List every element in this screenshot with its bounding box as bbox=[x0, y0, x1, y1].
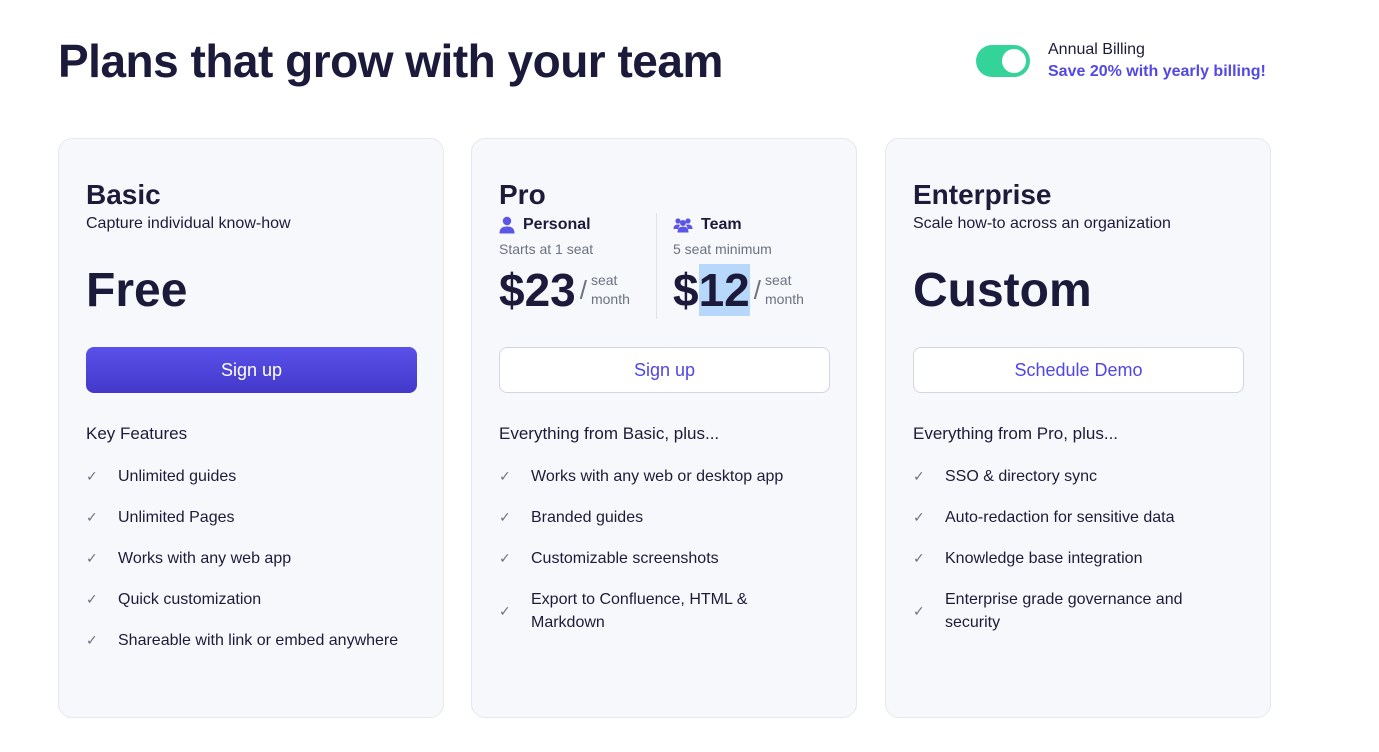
tier-label: Personal bbox=[523, 216, 591, 233]
schedule-demo-button[interactable]: Schedule Demo bbox=[913, 347, 1244, 393]
toggle-knob bbox=[1002, 49, 1026, 73]
plan-name: Enterprise bbox=[913, 179, 1052, 210]
basic-sign-up-button[interactable]: Sign up bbox=[86, 347, 417, 393]
pro-sign-up-button[interactable]: Sign up bbox=[499, 347, 830, 393]
feature-label: Works with any web or desktop app bbox=[531, 468, 784, 485]
check-icon: ✓ bbox=[913, 550, 925, 566]
features-heading: Everything from Basic, plus... bbox=[499, 424, 720, 443]
check-icon: ✓ bbox=[913, 468, 925, 484]
features-heading: Everything from Pro, plus... bbox=[913, 424, 1119, 443]
plan-card-basic: Basic Capture individual know-how Free S… bbox=[58, 138, 444, 718]
feature-label: Unlimited Pages bbox=[118, 509, 235, 526]
team-price: $12 bbox=[673, 263, 750, 317]
tier-subtitle: 5 seat minimum bbox=[673, 241, 772, 257]
feature-item: ✓ Quick customization bbox=[86, 588, 406, 611]
pro-team-tier: Team 5 seat minimum $12 / seat month bbox=[673, 213, 804, 317]
feature-item: ✓ Unlimited guides bbox=[86, 465, 406, 488]
selected-price-text: 12 bbox=[698, 264, 750, 316]
feature-item: ✓ Unlimited Pages bbox=[86, 506, 406, 529]
personal-price: $23 bbox=[499, 264, 576, 316]
plan-price: Custom bbox=[913, 264, 1092, 317]
billing-savings-note: Save 20% with yearly billing! bbox=[1048, 63, 1266, 80]
feature-list: ✓ Works with any web or desktop app ✓ Bran… bbox=[499, 465, 819, 652]
feature-label: Shareable with link or embed anywhere bbox=[118, 632, 399, 649]
pro-personal-tier: Personal Starts at 1 seat $23 / seat mon… bbox=[499, 213, 630, 317]
feature-label: SSO & directory sync bbox=[945, 468, 1098, 485]
feature-item: ✓ Customizable screenshots bbox=[499, 547, 819, 570]
feature-item: ✓ Enterprise grade governance and securit… bbox=[913, 588, 1233, 634]
check-icon: ✓ bbox=[499, 602, 511, 619]
check-icon: ✓ bbox=[86, 632, 98, 648]
page-title: Plans that grow with your team bbox=[58, 35, 723, 87]
check-icon: ✓ bbox=[499, 509, 511, 525]
check-icon: ✓ bbox=[86, 550, 98, 566]
check-icon: ✓ bbox=[86, 591, 98, 607]
plan-description: Capture individual know-how bbox=[86, 215, 291, 232]
check-icon: ✓ bbox=[499, 550, 511, 566]
feature-label: Works with any web app bbox=[118, 550, 292, 567]
check-icon: ✓ bbox=[86, 468, 98, 484]
feature-item: ✓ Shareable with link or embed anywhere bbox=[86, 629, 406, 652]
check-icon: ✓ bbox=[913, 602, 925, 619]
feature-label: Quick customization bbox=[118, 591, 262, 608]
features-heading: Key Features bbox=[86, 424, 188, 443]
per-month-label: month bbox=[765, 291, 804, 307]
feature-label: Export to Confluence, HTML & Markdown bbox=[531, 591, 748, 631]
feature-item: ✓ Knowledge base integration bbox=[913, 547, 1233, 570]
feature-item: ✓ Works with any web or desktop app bbox=[499, 465, 819, 488]
per-seat-label: seat bbox=[590, 272, 618, 288]
feature-item: ✓ Branded guides bbox=[499, 506, 819, 529]
plan-price: Free bbox=[86, 264, 188, 317]
price-slash: / bbox=[753, 274, 761, 305]
feature-label: Enterprise grade governance and security bbox=[945, 591, 1183, 631]
plan-card-pro: Pro Personal Starts at 1 seat $23 / seat… bbox=[471, 138, 857, 718]
plan-name: Pro bbox=[499, 179, 546, 210]
per-month-label: month bbox=[590, 291, 630, 307]
feature-item: ✓ Export to Confluence, HTML & Markdown bbox=[499, 588, 819, 634]
annual-billing-toggle[interactable] bbox=[976, 45, 1030, 77]
person-icon bbox=[499, 216, 515, 234]
tier-divider bbox=[656, 213, 657, 319]
billing-toggle-group: Annual Billing Save 20% with yearly bill… bbox=[976, 40, 1266, 84]
feature-item: ✓ Auto-redaction for sensitive data bbox=[913, 506, 1233, 529]
feature-item: ✓ SSO & directory sync bbox=[913, 465, 1233, 488]
feature-label: Auto-redaction for sensitive data bbox=[945, 509, 1175, 526]
annual-billing-label: Annual Billing bbox=[1048, 41, 1145, 58]
feature-list: ✓ Unlimited guides ✓ Unlimited Pages ✓ Work… bbox=[86, 465, 406, 670]
check-icon: ✓ bbox=[499, 468, 511, 484]
tier-subtitle: Starts at 1 seat bbox=[499, 241, 594, 257]
feature-item: ✓ Works with any web app bbox=[86, 547, 406, 570]
team-icon bbox=[673, 218, 693, 233]
feature-label: Unlimited guides bbox=[118, 468, 237, 485]
feature-list: ✓ SSO & directory sync ✓ Auto-redaction fo… bbox=[913, 465, 1233, 652]
check-icon: ✓ bbox=[86, 509, 98, 525]
currency-symbol: $ bbox=[673, 264, 699, 316]
feature-label: Knowledge base integration bbox=[945, 550, 1143, 567]
feature-label: Branded guides bbox=[531, 509, 644, 526]
tier-label: Team bbox=[701, 216, 742, 233]
plan-name: Basic bbox=[86, 179, 161, 210]
plan-description: Scale how-to across an organization bbox=[913, 215, 1171, 232]
plan-card-enterprise: Enterprise Scale how-to across an organi… bbox=[885, 138, 1271, 718]
feature-label: Customizable screenshots bbox=[531, 550, 719, 567]
price-slash: / bbox=[579, 274, 587, 305]
per-seat-label: seat bbox=[765, 272, 792, 288]
check-icon: ✓ bbox=[913, 509, 925, 525]
